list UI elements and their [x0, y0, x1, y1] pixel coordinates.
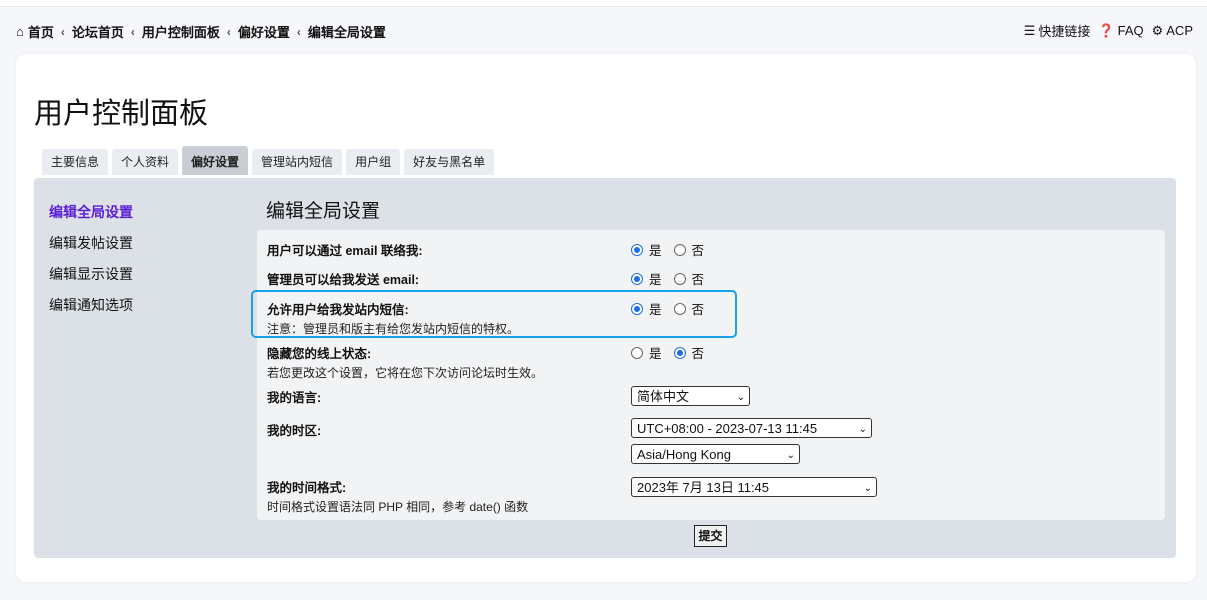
radio-group: 是 否	[631, 240, 716, 259]
chevron-down-icon: ⌄	[786, 450, 795, 461]
setting-note: 时间格式设置语法同 PHP 相同，参考 date() 函数	[267, 500, 529, 514]
faq-link[interactable]: ❓ FAQ	[1098, 23, 1143, 39]
language-select[interactable]: 简体中文 ⌄	[631, 386, 750, 406]
radio-no[interactable]	[673, 243, 686, 256]
top-strip	[0, 0, 1207, 7]
acp-label: ACP	[1166, 23, 1193, 38]
timezone-city-value: Asia/Hong Kong	[637, 447, 731, 462]
faq-label: FAQ	[1117, 23, 1144, 38]
breadcrumb-prefs[interactable]: 偏好设置	[238, 22, 290, 41]
tab-profile[interactable]: 个人资料	[112, 149, 179, 175]
chevron-down-icon: ⌄	[858, 424, 867, 435]
sidemenu-item-posting[interactable]: 编辑发帖设置	[49, 233, 133, 264]
radio-no-label: 否	[691, 347, 705, 361]
settings-form: 用户可以通过 email 联络我: 是 否 管理员可以给我发送 email: 是…	[257, 230, 1165, 520]
chevron-left-icon: ‹	[130, 24, 135, 39]
breadcrumb: ⌂ 首页 ‹ 论坛首页 ‹ 用户控制面板 ‹ 偏好设置 ‹ 编辑全局设置	[16, 22, 386, 41]
side-menu: 编辑全局设置 编辑发帖设置 编辑显示设置 编辑通知选项	[49, 202, 133, 326]
sidemenu-item-display[interactable]: 编辑显示设置	[49, 264, 133, 295]
radio-group: 是 否	[631, 343, 716, 362]
tab-overview[interactable]: 主要信息	[42, 149, 109, 175]
radio-no-label: 否	[691, 244, 705, 258]
chevron-left-icon: ‹	[226, 24, 231, 39]
breadcrumb-forum-index[interactable]: 论坛首页	[72, 22, 124, 41]
breadcrumb-global[interactable]: 编辑全局设置	[308, 22, 386, 41]
radio-yes-label: 是	[649, 244, 662, 258]
tab-bar: 主要信息 个人资料 偏好设置 管理站内短信 用户组 好友与黑名单	[42, 146, 495, 175]
menu-icon: ☰	[1023, 22, 1036, 38]
chevron-down-icon: ⌄	[736, 392, 745, 403]
gears-icon: ⚙	[1151, 22, 1164, 38]
sidemenu-item-global[interactable]: 编辑全局设置	[49, 202, 133, 233]
highlight-box	[251, 290, 737, 338]
page-title: 用户控制面板	[34, 98, 209, 130]
quick-links: ☰ 快捷链接 ❓ FAQ ⚙ ACP	[1024, 21, 1193, 40]
radio-yes[interactable]	[631, 346, 643, 359]
radio-no[interactable]	[673, 272, 686, 285]
breadcrumb-ucp[interactable]: 用户控制面板	[142, 22, 220, 41]
form-title: 编辑全局设置	[266, 201, 381, 222]
dateformat-select[interactable]: 2023年 7月 13日 11:45 ⌄	[631, 477, 877, 497]
tab-usergroups[interactable]: 用户组	[346, 149, 401, 175]
setting-note: 若您更改这个设置，它将在您下次访问论坛时生效。	[267, 366, 544, 380]
timezone-select-value: UTC+08:00 - 2023-07-13 11:45	[637, 421, 818, 436]
chevron-down-icon: ⌄	[863, 483, 872, 494]
chevron-left-icon: ‹	[296, 24, 301, 39]
setting-row-admin-email: 管理员可以给我发送 email: 是 否	[267, 269, 1147, 288]
language-select-value: 简体中文	[637, 389, 690, 404]
breadcrumb-home[interactable]: 首页	[28, 22, 54, 41]
setting-row-email: 用户可以通过 email 联络我: 是 否	[267, 240, 1147, 259]
quick-links-button[interactable]: ☰ 快捷链接	[1024, 21, 1091, 40]
radio-yes-label: 是	[649, 347, 662, 361]
content-area: 编辑全局设置 编辑发帖设置 编辑显示设置 编辑通知选项 编辑全局设置 用户可以通…	[34, 178, 1176, 558]
sidemenu-item-notifications[interactable]: 编辑通知选项	[49, 295, 133, 326]
question-circle-icon: ❓	[1098, 22, 1115, 38]
radio-yes[interactable]	[631, 272, 643, 285]
timezone-select[interactable]: UTC+08:00 - 2023-07-13 11:45 ⌄	[631, 418, 872, 438]
dateformat-select-value: 2023年 7月 13日 11:45	[637, 480, 770, 495]
radio-group: 是 否	[631, 269, 716, 288]
home-icon: ⌂	[16, 24, 24, 39]
submit-button[interactable]: 提交	[694, 525, 727, 547]
chevron-left-icon: ‹	[60, 24, 65, 39]
radio-no-label: 否	[691, 273, 705, 287]
radio-no[interactable]	[673, 346, 686, 359]
tab-private-messages[interactable]: 管理站内短信	[252, 149, 343, 175]
quick-links-label: 快捷链接	[1038, 24, 1091, 39]
tab-preferences[interactable]: 偏好设置	[182, 146, 249, 175]
timezone-city-select[interactable]: Asia/Hong Kong ⌄	[631, 444, 800, 464]
setting-row-hide-online: 隐藏您的线上状态: 若您更改这个设置，它将在您下次访问论坛时生效。 是 否	[267, 343, 1147, 381]
radio-yes[interactable]	[631, 243, 643, 256]
navbar: ⌂ 首页 ‹ 论坛首页 ‹ 用户控制面板 ‹ 偏好设置 ‹ 编辑全局设置 ☰ 快…	[0, 8, 1207, 52]
tab-friends-foes[interactable]: 好友与黑名单	[404, 149, 495, 175]
acp-link[interactable]: ⚙ ACP	[1152, 23, 1193, 39]
radio-yes-label: 是	[649, 273, 662, 287]
